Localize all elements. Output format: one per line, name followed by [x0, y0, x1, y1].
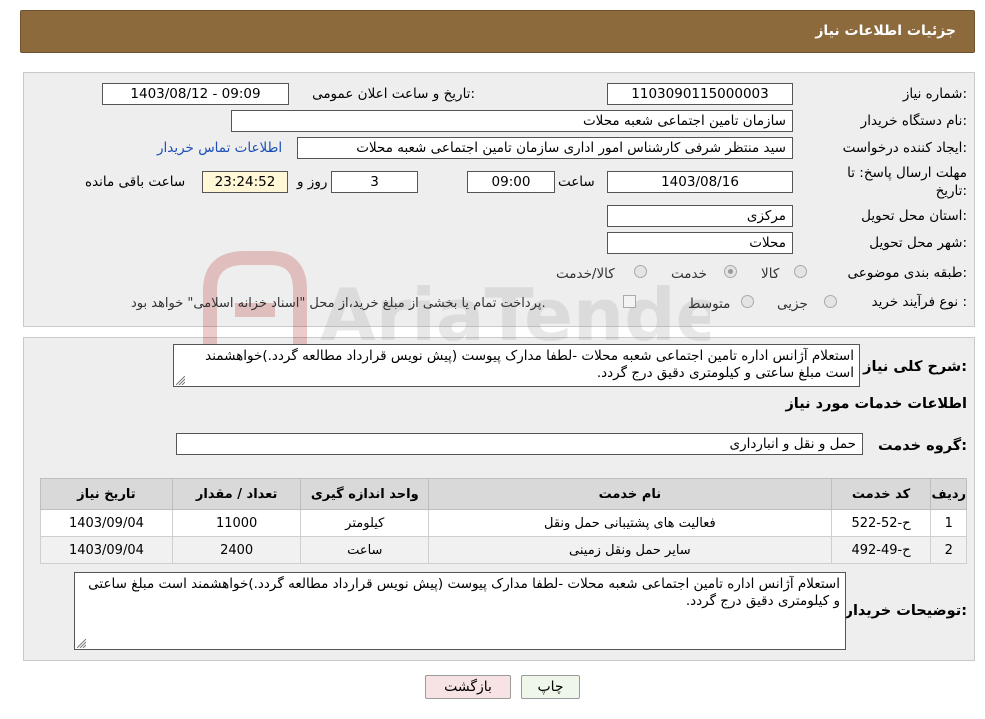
process-option-minor: جزیی — [777, 296, 808, 312]
print-button[interactable]: چاپ — [521, 675, 580, 699]
col-header-unit: واحد اندازه گیری — [300, 478, 430, 510]
remaining-time-field: 23:24:52 — [202, 171, 288, 193]
resize-grip-icon[interactable] — [176, 376, 185, 385]
city-label: شهر محل تحویل: — [869, 235, 967, 251]
description-textarea[interactable]: استعلام آژانس اداره تامین اجتماعی شعبه م… — [173, 344, 860, 387]
category-radio-goods[interactable] — [794, 265, 807, 278]
buyer-notes-text: استعلام آژانس اداره تامین اجتماعی شعبه م… — [88, 576, 840, 609]
cell-row-number: 2 — [930, 536, 967, 564]
cell-row-number: 1 — [930, 509, 967, 537]
col-header-quantity: تعداد / مقدار — [171, 478, 302, 510]
resize-grip-icon[interactable] — [77, 639, 86, 648]
col-header-need-date: تاریخ نیاز — [40, 478, 173, 510]
city-field: محلات — [607, 232, 793, 254]
back-button[interactable]: بازگشت — [425, 675, 511, 699]
remaining-label: ساعت باقی مانده — [85, 174, 186, 190]
category-option-goods: کالا — [761, 266, 780, 282]
services-section-title: اطلاعات خدمات مورد نیاز — [785, 396, 967, 412]
cell-unit: ساعت — [300, 536, 430, 564]
category-label: طبقه بندی موضوعی: — [847, 265, 967, 281]
treasury-checkbox[interactable] — [623, 295, 636, 308]
service-group-field: حمل و نقل و انبارداری — [176, 433, 863, 455]
need-number-label: شماره نیاز: — [902, 86, 967, 102]
cell-quantity: 11000 — [171, 509, 302, 537]
services-table: ردیف کد خدمت نام خدمت واحد اندازه گیری ت… — [40, 478, 967, 564]
table-row: 2 ح-49-492 سایر حمل ونقل زمینی ساعت 2400… — [40, 536, 967, 564]
days-field: 3 — [331, 171, 418, 193]
col-header-service-code: کد خدمت — [830, 478, 932, 510]
cell-need-date: 1403/09/04 — [40, 536, 173, 564]
cell-quantity: 2400 — [171, 536, 302, 564]
table-row: 1 ح-52-522 فعالیت های پشتیبانی حمل ونقل … — [40, 509, 967, 537]
process-option-medium: متوسط — [688, 296, 731, 312]
deadline-date-field: 1403/08/16 — [607, 171, 793, 193]
cell-service-name: سایر حمل ونقل زمینی — [428, 536, 832, 564]
category-radio-goods-service[interactable] — [634, 265, 647, 278]
process-radio-minor[interactable] — [824, 295, 837, 308]
description-text: استعلام آژانس اداره تامین اجتماعی شعبه م… — [205, 348, 854, 381]
deadline-time-field: 09:00 — [467, 171, 555, 193]
need-number-field: 1103090115000003 — [607, 83, 793, 105]
buyer-field: سازمان تامین اجتماعی شعبه محلات — [231, 110, 793, 132]
category-radio-service[interactable] — [724, 265, 737, 278]
process-radio-medium[interactable] — [741, 295, 754, 308]
deadline-time-label: ساعت — [558, 174, 595, 190]
process-label: نوع فرآیند خرید : — [871, 294, 967, 310]
province-field: مرکزی — [607, 205, 793, 227]
col-header-row-number: ردیف — [930, 478, 967, 510]
category-option-goods-service: کالا/خدمت — [556, 266, 615, 282]
payment-note: پرداخت تمام یا بخشی از مبلغ خرید،از محل … — [131, 296, 546, 311]
col-header-service-name: نام خدمت — [428, 478, 832, 510]
creator-field: سید منتظر شرفی کارشناس امور اداری سازمان… — [297, 137, 793, 159]
description-label: شرح کلی نیاز: — [863, 359, 967, 375]
cell-service-code: ح-52-522 — [830, 509, 932, 537]
deadline-label: مهلت ارسال پاسخ: تا — [847, 165, 967, 181]
page-title: جزئیات اطلاعات نیاز — [815, 23, 956, 39]
announce-label: تاریخ و ساعت اعلان عمومی: — [312, 86, 475, 102]
announce-datetime-field: 1403/08/12 - 09:09 — [102, 83, 289, 105]
table-header-row: ردیف کد خدمت نام خدمت واحد اندازه گیری ت… — [40, 478, 967, 510]
buyer-notes-label: توضیحات خریدار: — [844, 603, 967, 619]
service-group-label: گروه خدمت: — [877, 438, 967, 454]
cell-unit: کیلومتر — [300, 509, 430, 537]
buyer-contact-link[interactable]: اطلاعات تماس خریدار — [157, 140, 282, 156]
category-option-service: خدمت — [671, 266, 707, 282]
cell-need-date: 1403/09/04 — [40, 509, 173, 537]
deadline-date-label: تاریخ: — [935, 183, 967, 199]
cell-service-code: ح-49-492 — [830, 536, 932, 564]
buyer-label: نام دستگاه خریدار: — [860, 113, 967, 129]
days-label: روز و — [297, 174, 328, 190]
buyer-notes-textarea[interactable]: استعلام آژانس اداره تامین اجتماعی شعبه م… — [74, 572, 846, 650]
province-label: استان محل تحویل: — [861, 208, 967, 224]
cell-service-name: فعالیت های پشتیبانی حمل ونقل — [428, 509, 832, 537]
page-header: جزئیات اطلاعات نیاز — [20, 10, 975, 53]
creator-label: ایجاد کننده درخواست: — [842, 140, 967, 156]
